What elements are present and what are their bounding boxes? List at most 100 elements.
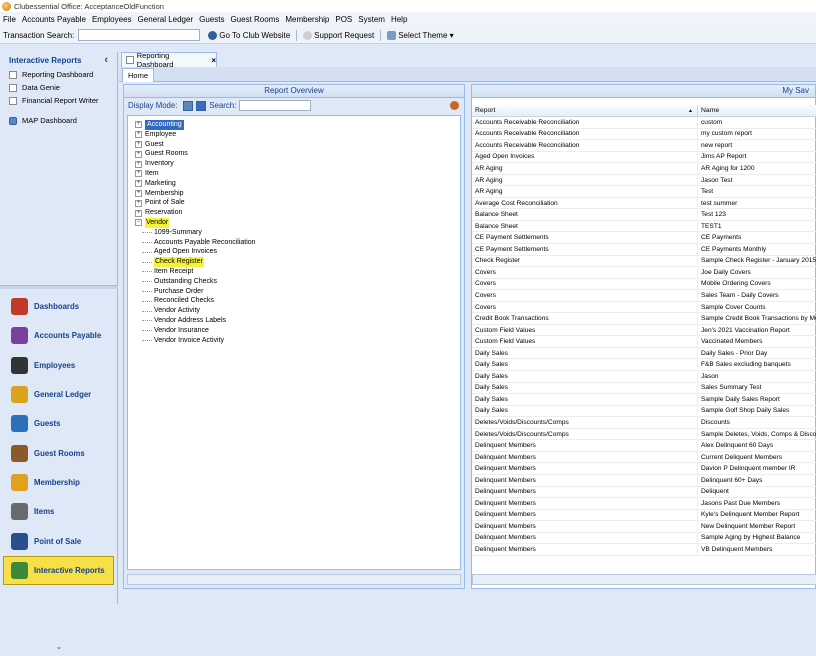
list-view-button[interactable] <box>196 100 207 111</box>
expand-toggle-icon[interactable]: + <box>135 121 142 129</box>
sidebar-link-map-dashboard[interactable]: MAP Dashboard <box>0 114 117 127</box>
menu-item-accounts-payable[interactable]: Accounts Payable <box>22 15 86 24</box>
tree-folder[interactable]: − Vendor <box>128 217 460 228</box>
table-row[interactable]: Custom Field Values Jen's 2021 Vaccinatio… <box>472 324 816 337</box>
tab-reporting-dashboard[interactable]: Reporting Dashboard × <box>121 51 217 69</box>
menu-item-membership[interactable]: Membership <box>285 15 329 24</box>
sidebar-link-financial-report-writer[interactable]: Financial Report Writer <box>0 94 117 107</box>
table-row[interactable]: Delinquent Members New Delinquent Member … <box>472 521 816 533</box>
table-row[interactable]: Delinquent Members Kyle's Delinquent Memb… <box>472 509 816 522</box>
tree-report[interactable]: 1099-Summary <box>128 228 460 238</box>
expand-toggle-icon[interactable]: − <box>135 219 142 227</box>
table-row[interactable]: Daily Sales Daily Sales - Prior Day <box>472 347 816 360</box>
nav-item-guests[interactable]: Guests <box>0 409 118 438</box>
tree-report[interactable]: Check Register <box>128 257 460 267</box>
tree-report[interactable]: Vendor Activity <box>128 306 460 316</box>
sidebar-link-data-genie[interactable]: Data Genie <box>0 81 117 94</box>
table-row[interactable]: Covers Sales Team - Daily Covers <box>472 290 816 302</box>
sidebar-splitter[interactable] <box>0 285 118 289</box>
table-row[interactable]: Accounts Receivable Reconciliation my cus… <box>472 128 816 141</box>
table-row[interactable]: Daily Sales Jason <box>472 371 816 383</box>
menu-item-system[interactable]: System <box>358 15 385 24</box>
table-row[interactable]: CE Payment Settlements CE Payments <box>472 232 816 245</box>
select-theme-button[interactable]: Select Theme ▾ <box>387 30 454 40</box>
table-row[interactable]: Daily Sales Sample Daily Sales Report <box>472 394 816 406</box>
report-search-input[interactable] <box>239 100 312 111</box>
column-header-name[interactable]: Name <box>698 105 816 116</box>
tree-folder[interactable]: + Marketing <box>128 179 460 189</box>
table-row[interactable]: Delinquent Members Davion P Delinquent me… <box>472 463 816 475</box>
table-row[interactable]: Delinquent Members VB Delinquent Members <box>472 544 816 556</box>
menu-item-guest-rooms[interactable]: Guest Rooms <box>230 15 279 24</box>
table-row[interactable]: CE Payment Settlements CE Payments Monthl… <box>472 244 816 256</box>
tree-report[interactable]: Vendor Invoice Activity <box>128 336 460 346</box>
menu-item-guests[interactable]: Guests <box>199 15 224 24</box>
table-row[interactable]: Delinquent Members Current Deliquent Memb… <box>472 451 816 464</box>
nav-item-membership[interactable]: Membership <box>0 468 118 497</box>
tree-folder[interactable]: + Item <box>128 169 460 179</box>
tree-report[interactable]: Reconciled Checks <box>128 296 460 306</box>
table-row[interactable]: Balance Sheet TEST1 <box>472 220 816 233</box>
tree-folder[interactable]: + Reservation <box>128 208 460 218</box>
expand-toggle-icon[interactable]: + <box>135 131 142 139</box>
nav-item-point-of-sale[interactable]: Point of Sale <box>0 526 118 555</box>
tree-report[interactable]: Vendor Address Labels <box>128 316 460 326</box>
menu-item-pos[interactable]: POS <box>335 15 352 24</box>
nav-item-guest-rooms[interactable]: Guest Rooms <box>0 438 118 467</box>
expand-toggle-icon[interactable]: + <box>135 189 142 197</box>
collapse-sidebar-button[interactable]: ‹ <box>104 54 108 66</box>
tree-folder[interactable]: + Point of Sale <box>128 198 460 208</box>
table-row[interactable]: AR Aging Test <box>472 186 816 198</box>
table-row[interactable]: AR Aging Jason Test <box>472 174 816 187</box>
table-row[interactable]: Covers Mobile Ordering Covers <box>472 278 816 291</box>
table-row[interactable]: Delinquent Members Alex Delinquent 60 Day… <box>472 440 816 452</box>
tab-home[interactable]: Home <box>122 68 155 82</box>
table-row[interactable]: Check Register Sample Check Register - Ja… <box>472 255 816 268</box>
table-row[interactable]: Delinquent Members Sample Aging by Highes… <box>472 532 816 545</box>
nav-item-dashboards[interactable]: Dashboards <box>0 292 118 321</box>
nav-item-employees[interactable]: Employees <box>0 351 118 380</box>
nav-item-items[interactable]: Items <box>0 497 118 526</box>
nav-item-general-ledger[interactable]: General Ledger <box>0 380 118 409</box>
menu-item-general-ledger[interactable]: General Ledger <box>138 15 194 24</box>
tree-report[interactable]: Aged Open Invoices <box>128 247 460 257</box>
expand-toggle-icon[interactable]: + <box>135 209 142 217</box>
table-row[interactable]: Daily Sales Sales Summary Test <box>472 382 816 395</box>
table-row[interactable]: Covers Joe Daily Covers <box>472 267 816 279</box>
tree-folder[interactable]: + Accounting <box>128 120 460 130</box>
nav-item-accounts-payable[interactable]: Accounts Payable <box>0 321 118 350</box>
table-row[interactable]: Covers Sample Cover Counts <box>472 301 816 314</box>
refresh-icon[interactable] <box>450 101 459 110</box>
table-row[interactable]: Deletes/Voids/Discounts/Comps Sample Dele… <box>472 428 816 441</box>
tree-folder[interactable]: + Inventory <box>128 159 460 169</box>
nav-item-interactive-reports[interactable]: Interactive Reports <box>3 555 114 585</box>
expand-toggle-icon[interactable]: + <box>135 140 142 148</box>
table-row[interactable]: Balance Sheet Test 123 <box>472 209 816 221</box>
table-row[interactable]: Deletes/Voids/Discounts/Comps Discounts <box>472 417 816 429</box>
transaction-search-input[interactable] <box>78 29 201 41</box>
tree-folder[interactable]: + Employee <box>128 130 460 140</box>
tree-folder[interactable]: + Guest Rooms <box>128 149 460 159</box>
menu-item-help[interactable]: Help <box>391 15 407 24</box>
table-row[interactable]: Aged Open Invoices Jims AP Report <box>472 151 816 164</box>
close-tab-button[interactable]: × <box>211 56 216 65</box>
expand-toggle-icon[interactable]: + <box>135 199 142 207</box>
tree-report[interactable]: Outstanding Checks <box>128 277 460 287</box>
horizontal-scrollbar[interactable] <box>127 574 461 585</box>
menu-item-file[interactable]: File <box>3 15 16 24</box>
table-row[interactable]: Delinquent Members Delinquent 60+ Days <box>472 474 816 487</box>
table-row[interactable]: AR Aging AR Aging for 1200 <box>472 163 816 175</box>
support-request-button[interactable]: Support Request <box>303 30 374 40</box>
tree-folder[interactable]: + Membership <box>128 189 460 199</box>
tree-report[interactable]: Item Receipt <box>128 267 460 277</box>
table-row[interactable]: Average Cost Reconciliation test summer <box>472 197 816 210</box>
horizontal-scrollbar[interactable] <box>472 574 816 585</box>
tree-report[interactable]: Purchase Order <box>128 287 460 297</box>
tree-report[interactable]: Accounts Payable Reconciliation <box>128 238 460 248</box>
expand-toggle-icon[interactable]: + <box>135 180 142 188</box>
club-website-button[interactable]: Go To Club Website <box>208 30 290 40</box>
table-row[interactable]: Accounts Receivable Reconciliation new re… <box>472 140 816 152</box>
expand-toggle-icon[interactable]: + <box>135 160 142 168</box>
table-row[interactable]: Daily Sales F&B Sales excluding banquets <box>472 359 816 372</box>
expand-toggle-icon[interactable]: + <box>135 150 142 158</box>
